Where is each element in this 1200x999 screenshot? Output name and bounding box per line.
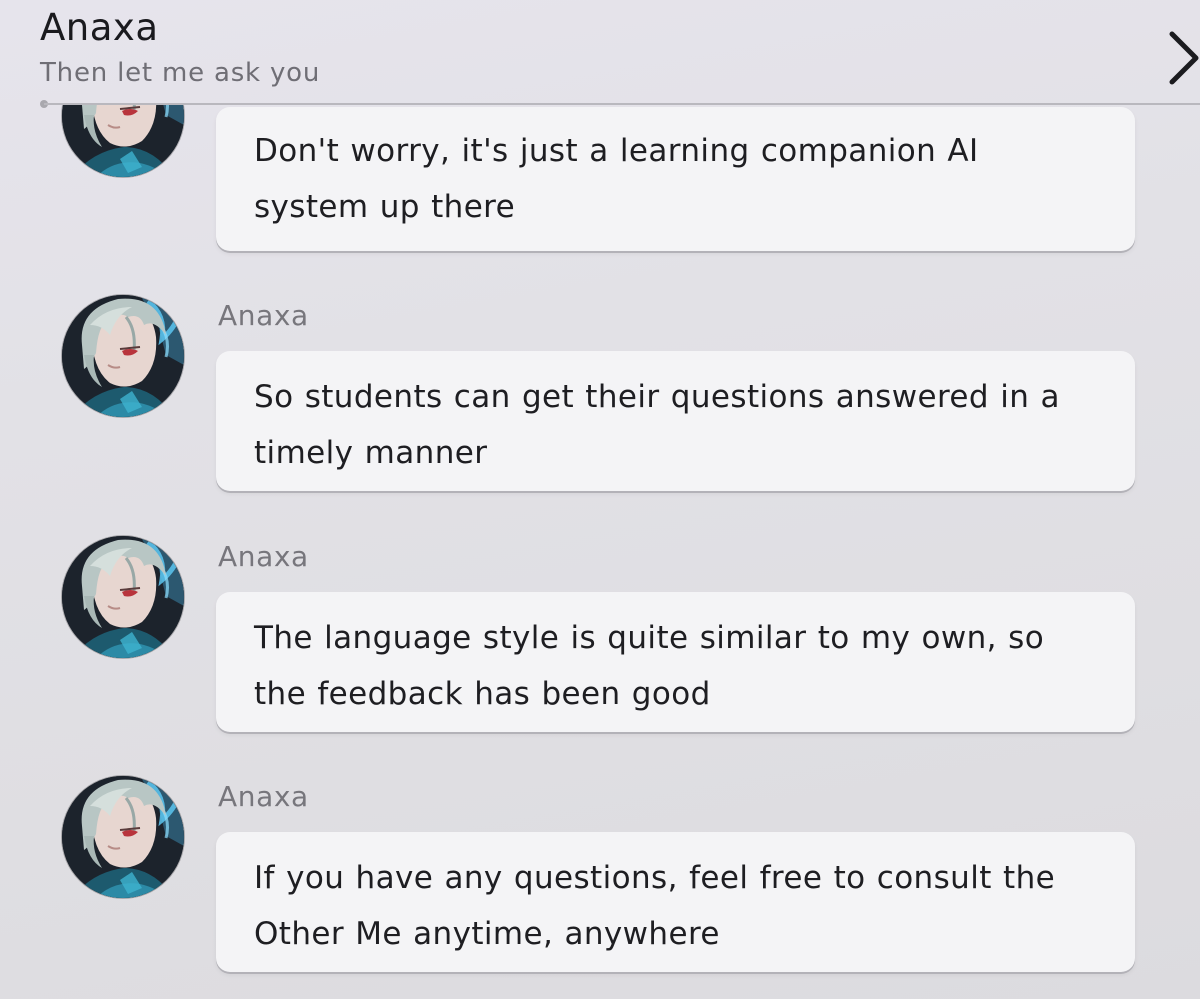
message-list[interactable]: Don't worry, it's just a learning compan…	[0, 105, 1200, 999]
message-bubble: Don't worry, it's just a learning compan…	[216, 107, 1135, 251]
sender-name: Anaxa	[218, 780, 309, 813]
message-bubble: So students can get their questions answ…	[216, 351, 1135, 491]
next-button[interactable]	[1166, 26, 1200, 92]
sender-name: Anaxa	[218, 540, 309, 573]
character-portrait-icon	[62, 295, 184, 417]
message-bubble: If you have any questions, feel free to …	[216, 832, 1135, 972]
chat-title: Anaxa	[40, 6, 159, 49]
message-text: Don't worry, it's just a learning compan…	[254, 133, 979, 225]
chevron-right-icon	[1169, 31, 1199, 85]
avatar[interactable]	[62, 105, 184, 177]
header-divider	[44, 103, 1200, 105]
message-text: If you have any questions, feel free to …	[254, 860, 1056, 952]
sender-name: Anaxa	[218, 299, 309, 332]
avatar[interactable]	[62, 536, 184, 658]
message-text: The language style is quite similar to m…	[254, 620, 1045, 712]
character-portrait-icon	[62, 536, 184, 658]
avatar[interactable]	[62, 295, 184, 417]
message-bubble: The language style is quite similar to m…	[216, 592, 1135, 732]
character-portrait-icon	[62, 776, 184, 898]
avatar[interactable]	[62, 776, 184, 898]
chat-header: Anaxa Then let me ask you	[0, 0, 1200, 108]
character-portrait-icon	[62, 105, 184, 177]
chat-subtitle: Then let me ask you	[40, 58, 321, 88]
message-text: So students can get their questions answ…	[254, 379, 1060, 471]
